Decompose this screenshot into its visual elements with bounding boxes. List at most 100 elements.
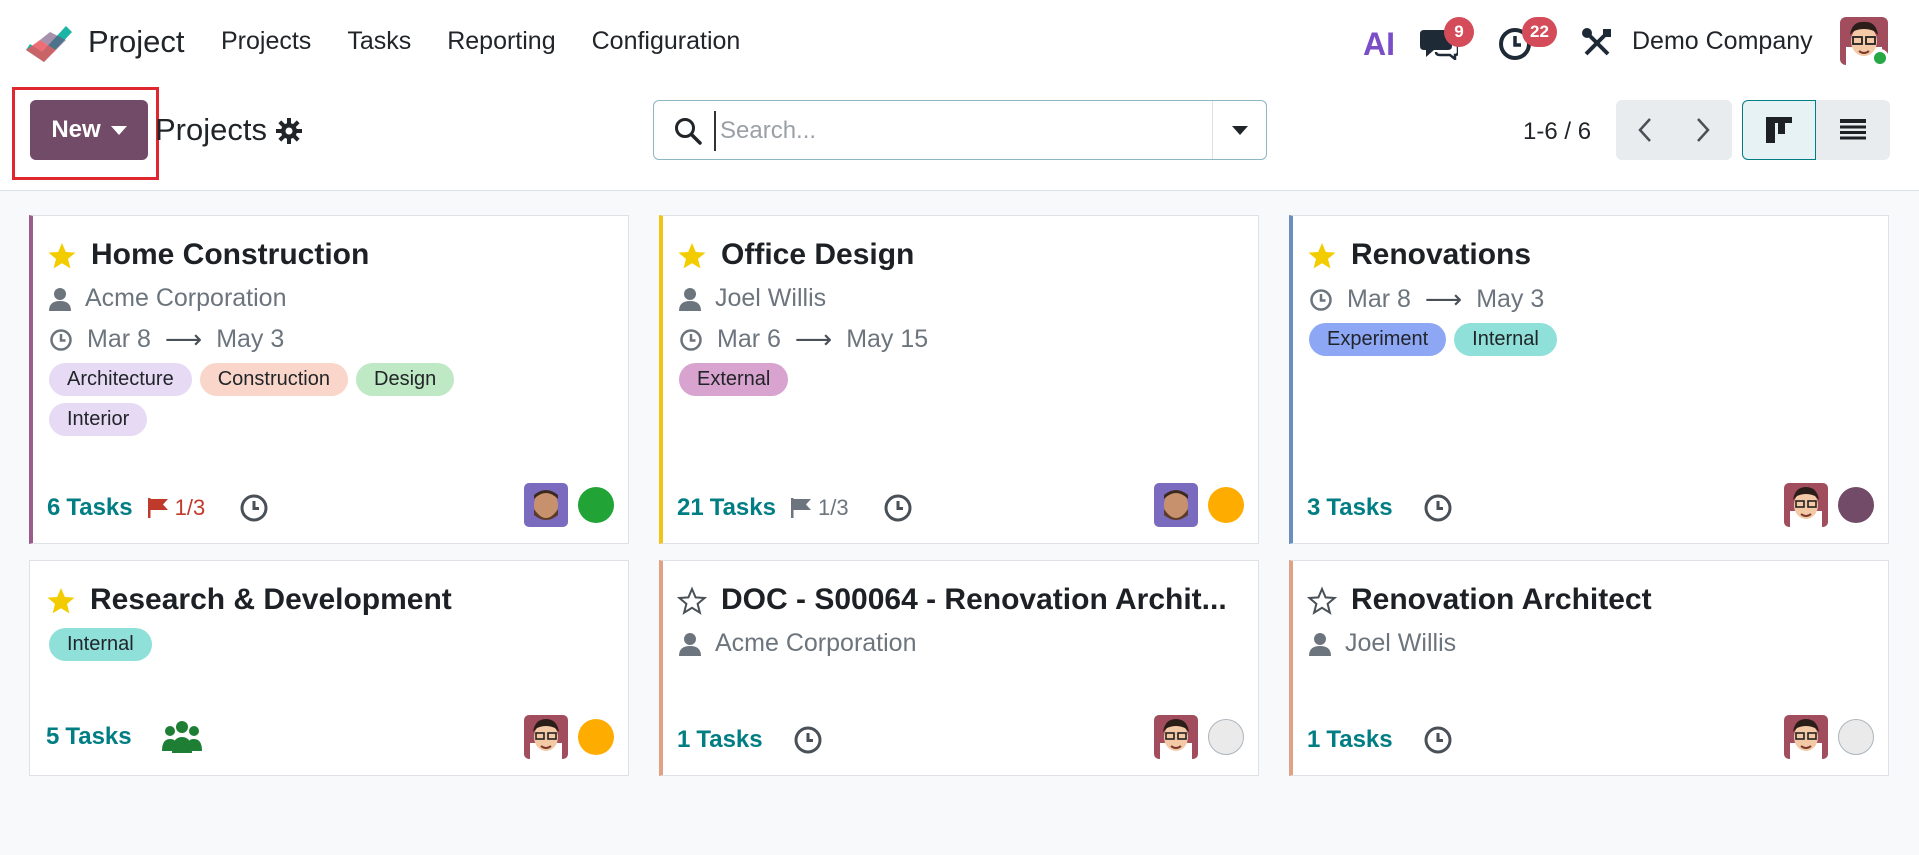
- menu-configuration[interactable]: Configuration: [592, 27, 741, 56]
- card-footer-right: [1154, 483, 1244, 527]
- kanban-view-button[interactable]: [1742, 100, 1816, 160]
- tasks-link[interactable]: 1 Tasks: [1307, 726, 1393, 754]
- menu-tasks[interactable]: Tasks: [347, 27, 411, 56]
- status-dot-grey[interactable]: [1838, 719, 1874, 755]
- tag-internal[interactable]: Internal: [49, 628, 152, 661]
- assignee-avatar[interactable]: [1784, 483, 1828, 527]
- milestone-indicator[interactable]: 1/3: [147, 495, 206, 521]
- project-title[interactable]: Home Construction: [91, 238, 369, 272]
- list-view-button[interactable]: [1816, 100, 1890, 160]
- menu-reporting[interactable]: Reporting: [447, 27, 555, 56]
- pager-value[interactable]: 1-6 / 6: [1523, 118, 1591, 146]
- milestone-progress: 1/3: [174, 495, 206, 520]
- card-footer-right: [1784, 483, 1874, 527]
- project-title[interactable]: Research & Development: [90, 583, 452, 617]
- project-card-office-design[interactable]: Office Design Joel Willis Mar 6 ⟶ May 15…: [659, 215, 1259, 544]
- main-menu: Projects Tasks Reporting Configuration: [221, 27, 740, 56]
- project-card-renovations[interactable]: Renovations Mar 8 ⟶ May 3 Experiment Int…: [1289, 215, 1889, 544]
- tasks-count: 21: [677, 494, 704, 521]
- status-dot-green[interactable]: [578, 487, 614, 523]
- gear-icon[interactable]: [276, 118, 302, 144]
- pager-previous-button[interactable]: [1616, 100, 1674, 160]
- status-dot-purple[interactable]: [1838, 487, 1874, 523]
- assignee-avatar[interactable]: [524, 483, 568, 527]
- project-card-doc-s00064[interactable]: DOC - S00064 - Renovation Archit... Acme…: [659, 560, 1259, 776]
- person-icon: [49, 287, 71, 311]
- star-filled-icon[interactable]: [677, 241, 707, 271]
- tag-design[interactable]: Design: [356, 363, 455, 396]
- assignee-avatar[interactable]: [1154, 483, 1198, 527]
- bearded-man-avatar-icon: [524, 483, 568, 527]
- project-app-logo-icon[interactable]: [26, 22, 74, 64]
- tag-internal[interactable]: Internal: [1454, 323, 1557, 356]
- tasks-link[interactable]: 3 Tasks: [1307, 494, 1393, 522]
- search-bar: [653, 100, 1267, 160]
- tag-interior[interactable]: Interior: [49, 403, 148, 436]
- tasks-count: 1: [677, 726, 691, 753]
- status-dot-grey[interactable]: [1208, 719, 1244, 755]
- tag-architecture[interactable]: Architecture: [49, 363, 192, 396]
- customer-name: Acme Corporation: [715, 629, 917, 657]
- list-view-icon: [1840, 119, 1866, 140]
- project-title[interactable]: Office Design: [721, 238, 914, 272]
- assignee-avatar[interactable]: [1154, 715, 1198, 759]
- tag-external[interactable]: External: [679, 363, 789, 396]
- customer-name: Joel Willis: [1345, 629, 1457, 657]
- card-footer-left: 21 Tasks 1/3: [677, 493, 913, 523]
- status-dot-orange[interactable]: [1208, 487, 1244, 523]
- customer-row: Joel Willis: [679, 284, 826, 313]
- project-card-research-development[interactable]: Research & Development Internal 5 Tasks: [29, 560, 629, 776]
- clock-icon: [680, 328, 702, 351]
- tasks-link[interactable]: 1 Tasks: [677, 726, 763, 754]
- tasks-label: Tasks: [65, 723, 132, 750]
- tag-experiment[interactable]: Experiment: [1309, 323, 1447, 356]
- kanban-view-icon: [1766, 117, 1792, 143]
- activities-count-badge: 22: [1522, 17, 1557, 47]
- star-filled-icon[interactable]: [1307, 241, 1337, 271]
- card-footer-left: 5 Tasks: [46, 719, 202, 755]
- tasks-link[interactable]: 21 Tasks: [677, 494, 776, 522]
- app-name[interactable]: Project: [88, 24, 184, 60]
- search-input[interactable]: [714, 111, 1254, 151]
- glasses-man-avatar-icon: [1784, 715, 1828, 759]
- pager-next-button[interactable]: [1674, 100, 1732, 160]
- glasses-man-avatar-icon: [1154, 715, 1198, 759]
- tasks-link[interactable]: 6 Tasks: [47, 494, 133, 522]
- group-users-icon[interactable]: [161, 719, 202, 755]
- milestone-indicator[interactable]: 1/3: [790, 495, 849, 521]
- project-title[interactable]: DOC - S00064 - Renovation Archit...: [721, 583, 1227, 617]
- assignee-avatar[interactable]: [1784, 715, 1828, 759]
- project-title[interactable]: Renovations: [1351, 238, 1531, 272]
- tasks-link[interactable]: 5 Tasks: [46, 723, 132, 751]
- star-filled-icon[interactable]: [46, 586, 76, 616]
- menu-projects[interactable]: Projects: [221, 27, 311, 56]
- activity-clock-icon[interactable]: [239, 493, 269, 523]
- company-switcher[interactable]: Demo Company: [1632, 27, 1813, 56]
- customer-name: Acme Corporation: [85, 284, 287, 312]
- arrow-right-icon: ⟶: [1424, 284, 1463, 314]
- search-options-toggle[interactable]: [1212, 101, 1266, 159]
- debug-tools-icon[interactable]: [1581, 27, 1613, 59]
- date-start: Mar 8: [87, 325, 151, 353]
- assignee-avatar[interactable]: [524, 715, 568, 759]
- card-footer-left: 1 Tasks: [677, 725, 823, 755]
- project-card-home-construction[interactable]: Home Construction Acme Corporation Mar 8…: [29, 215, 629, 544]
- glasses-man-avatar-icon: [1784, 483, 1828, 527]
- star-outline-icon[interactable]: [677, 586, 707, 616]
- card-footer-right: [1154, 715, 1244, 759]
- activity-clock-icon[interactable]: [1423, 725, 1453, 755]
- person-icon: [679, 287, 701, 311]
- new-button[interactable]: New: [30, 100, 148, 160]
- activity-clock-icon[interactable]: [883, 493, 913, 523]
- project-card-renovation-architect[interactable]: Renovation Architect Joel Willis 1 Tasks: [1289, 560, 1889, 776]
- activity-clock-icon[interactable]: [1423, 493, 1453, 523]
- star-outline-icon[interactable]: [1307, 586, 1337, 616]
- ai-icon[interactable]: AI: [1363, 26, 1401, 60]
- status-dot-orange[interactable]: [578, 719, 614, 755]
- star-filled-icon[interactable]: [47, 241, 77, 271]
- customer-name: Joel Willis: [715, 284, 827, 312]
- tag-construction[interactable]: Construction: [199, 363, 348, 396]
- tags-list: Experiment Internal: [1309, 323, 1789, 356]
- project-title[interactable]: Renovation Architect: [1351, 583, 1652, 617]
- activity-clock-icon[interactable]: [793, 725, 823, 755]
